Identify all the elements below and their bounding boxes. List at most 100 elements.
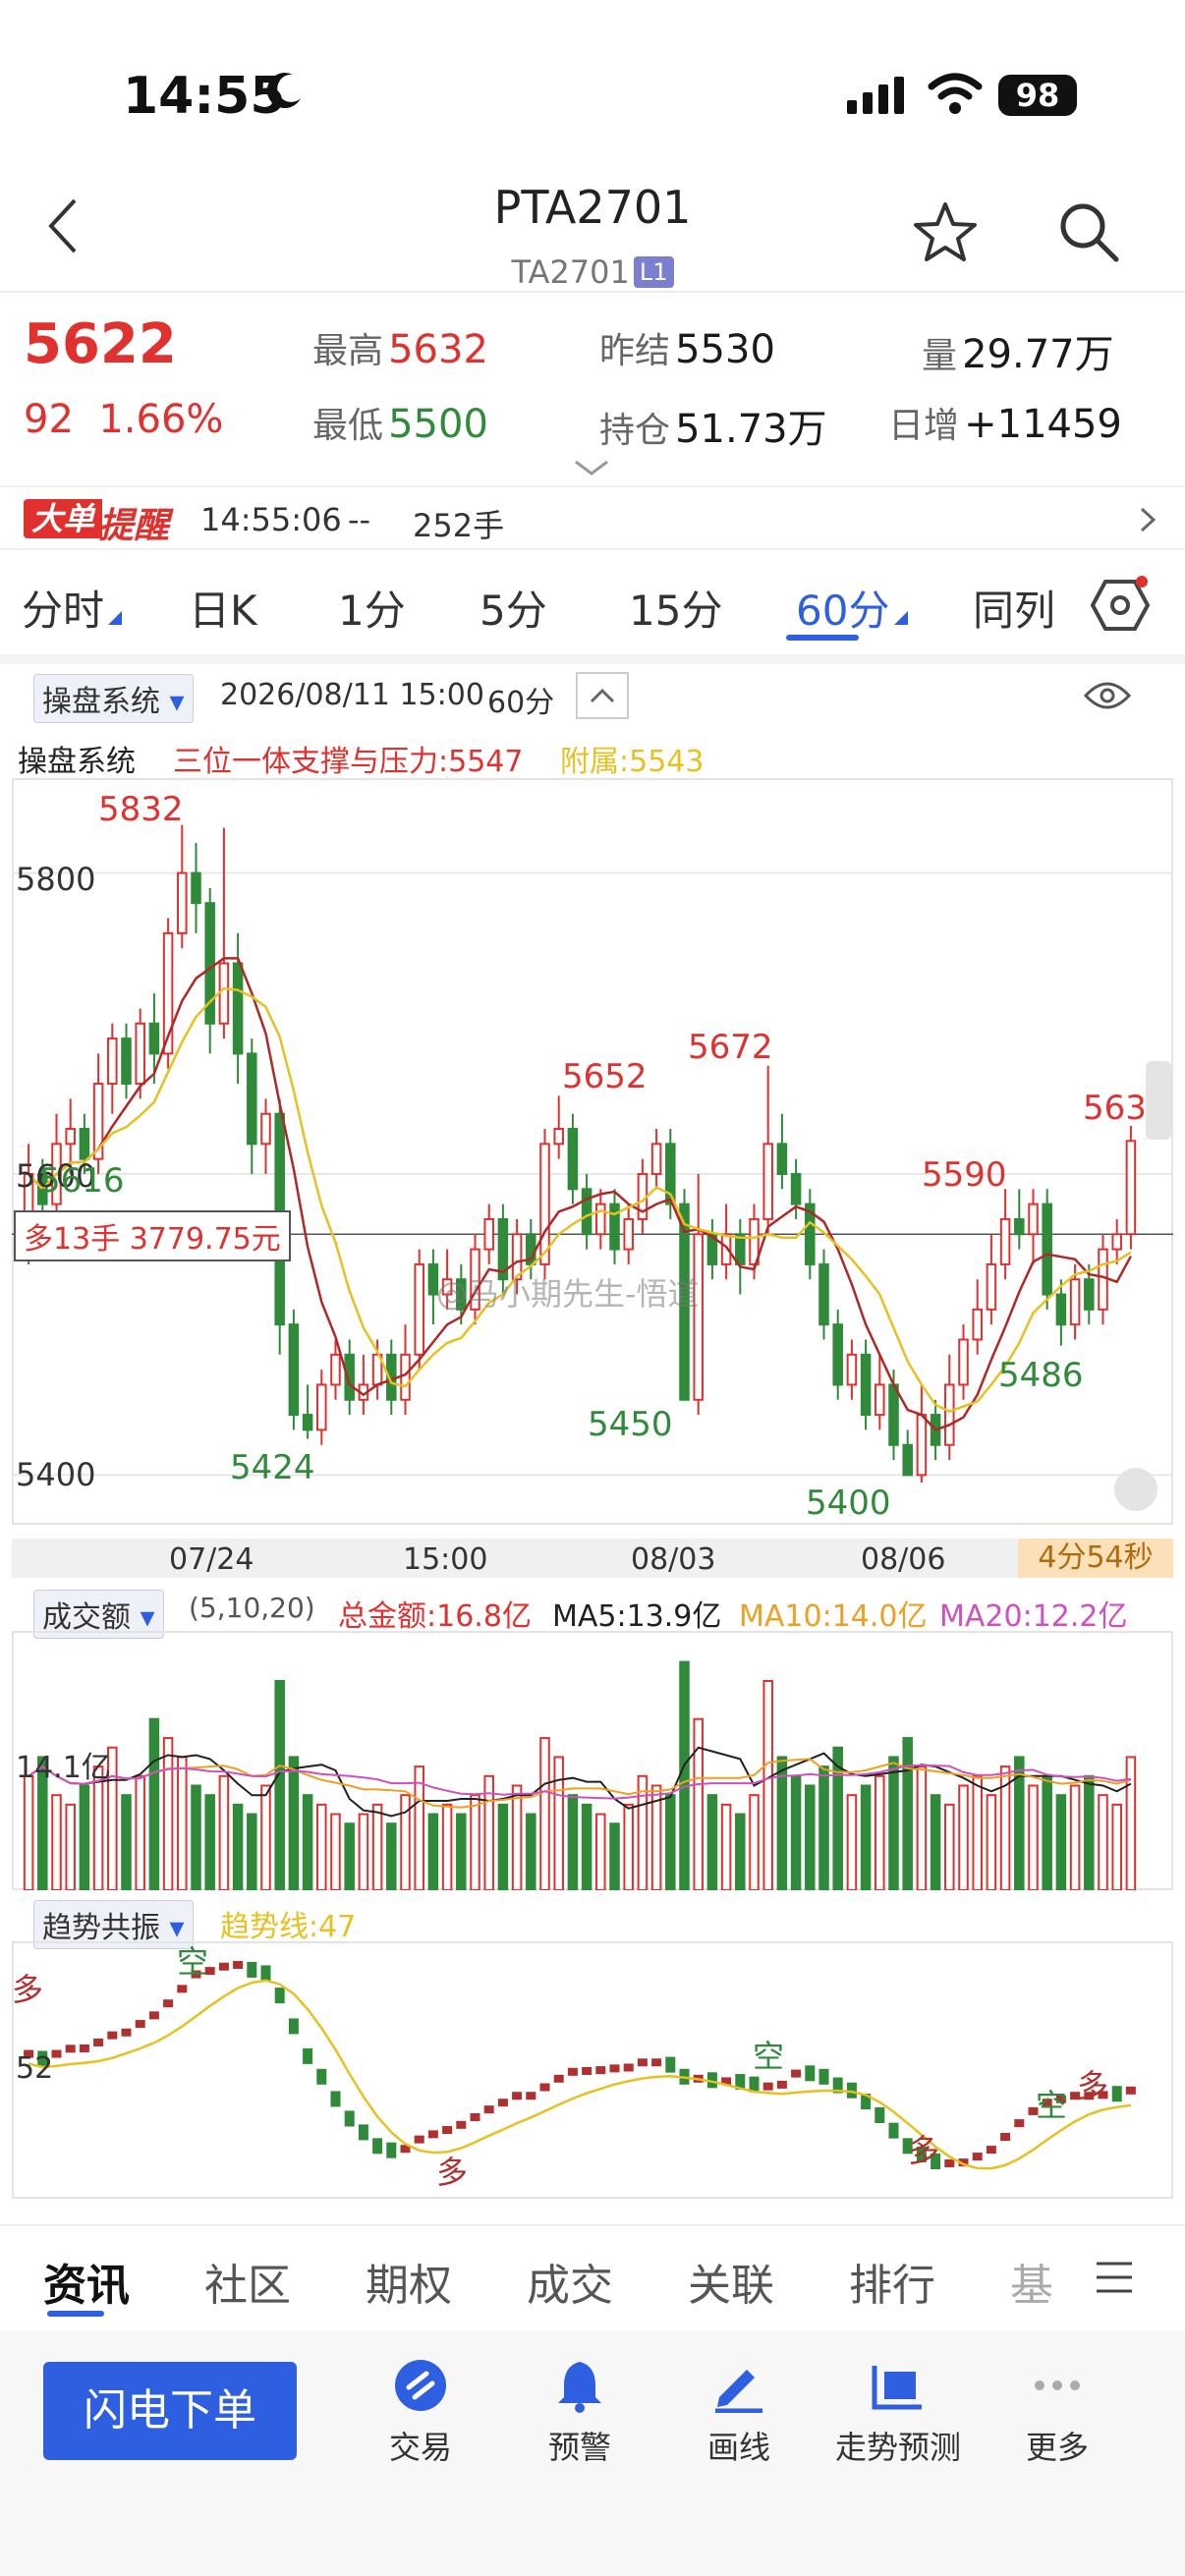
tab-fundamentals[interactable]: 基	[1010, 2250, 1053, 2313]
candle-body	[288, 1323, 300, 1417]
tab-options[interactable]: 期权	[366, 2250, 452, 2313]
volume-bar	[330, 1813, 341, 1890]
bottom-divider	[0, 2224, 1185, 2226]
candle-body	[944, 1383, 955, 1446]
battery-indicator: 98	[998, 75, 1077, 116]
tab-60min[interactable]: 60分	[796, 578, 889, 638]
indicator-sub-line: 附属:5543	[560, 745, 705, 779]
last-price: 5622	[24, 312, 177, 376]
volume-bar	[1028, 1784, 1039, 1890]
status-time: 14:55	[123, 67, 286, 126]
tab-news[interactable]: 资讯	[43, 2250, 130, 2313]
change-pct: 1.66%	[98, 397, 224, 442]
forecast-label: 走势预测	[834, 2429, 961, 2466]
eye-icon[interactable]	[1083, 678, 1132, 713]
position-label[interactable]: 多13手 3779.75元	[14, 1210, 291, 1261]
trend-block	[526, 2092, 536, 2100]
trend-line	[28, 1979, 1132, 2170]
open-interest-value: 51.73万	[675, 407, 827, 452]
volume-bar	[875, 1774, 885, 1890]
bottom-tab-underline	[47, 2311, 104, 2317]
tab-5min[interactable]: 5分	[480, 578, 547, 638]
chart-scroll-handle[interactable]	[1146, 1061, 1171, 1140]
candle-body	[247, 1052, 257, 1146]
menu-icon[interactable]	[1093, 2258, 1136, 2297]
big-order-alert-bar[interactable]	[0, 485, 1185, 550]
trend-block	[791, 2069, 802, 2078]
trend-block	[177, 1985, 188, 1993]
volume-bar	[344, 1822, 355, 1890]
fullscreen-button[interactable]	[1114, 1468, 1157, 1511]
wifi-icon	[928, 73, 983, 114]
collapse-button[interactable]	[576, 672, 629, 719]
trade-button[interactable]: 交易	[342, 2358, 499, 2468]
annotation-low-5400: 5400	[806, 1484, 891, 1523]
trend-block	[497, 2099, 508, 2107]
tab-daily-k[interactable]: 日K	[189, 578, 257, 638]
trend-block	[651, 2058, 662, 2067]
annotation-5652: 5652	[562, 1057, 648, 1096]
tab-trades[interactable]: 成交	[527, 2250, 613, 2313]
chevron-right-icon[interactable]	[1138, 505, 1157, 534]
alert-time: 14:55:06	[200, 501, 342, 538]
settings-hexagon-icon[interactable]	[1091, 576, 1150, 635]
tab-same-column[interactable]: 同列	[973, 578, 1055, 638]
candle-body	[400, 1353, 411, 1401]
more-button[interactable]: 更多	[979, 2358, 1136, 2468]
trend-block	[875, 2106, 885, 2123]
trend-block	[1111, 2086, 1122, 2102]
search-icon[interactable]	[1057, 200, 1120, 263]
system-selector[interactable]: 操盘系统 ▾	[33, 674, 194, 723]
annotation-5590: 5590	[922, 1155, 1007, 1195]
volume-bar	[805, 1784, 816, 1890]
volume-chart[interactable]	[12, 1631, 1173, 1890]
draw-button[interactable]: 画线	[660, 2358, 818, 2468]
indicator-main-line: 三位一体支撑与压力:5547	[173, 745, 524, 779]
expand-chevron-icon[interactable]	[572, 458, 611, 477]
trend-block	[1125, 2086, 1136, 2095]
candle-body	[316, 1383, 327, 1431]
alert-title: 提醒	[98, 506, 170, 546]
trend-block	[582, 2066, 592, 2075]
volume-bar	[247, 1813, 257, 1890]
candle-body	[958, 1338, 969, 1386]
trend-block	[665, 2056, 676, 2073]
tab-ranking[interactable]: 排行	[849, 2250, 935, 2313]
volume-bar	[148, 1717, 160, 1890]
price-change: 92 1.66%	[24, 397, 223, 442]
tab-1min[interactable]: 1分	[338, 578, 406, 638]
candle-body	[483, 1217, 494, 1251]
tab-related[interactable]: 关联	[688, 2250, 774, 2313]
volume-bar	[693, 1717, 704, 1890]
volume-value: 29.77万	[962, 332, 1114, 377]
volume-bar	[358, 1813, 369, 1890]
trend-block	[595, 2066, 606, 2075]
candle-body	[191, 871, 201, 905]
volume-bar	[1069, 1784, 1081, 1890]
favorite-star-icon[interactable]	[912, 200, 979, 263]
volume-bar	[665, 1794, 676, 1890]
volume-bar	[567, 1794, 579, 1890]
trend-block	[623, 2063, 634, 2072]
annotation-low-5424: 5424	[230, 1448, 315, 1487]
volume-bar	[539, 1737, 550, 1890]
volume-total: 总金额:16.8亿	[338, 1599, 532, 1634]
volume-bar	[1084, 1774, 1095, 1890]
trend-line-value: 趋势线:47	[220, 1910, 357, 1944]
low-row: 最低 5500	[312, 397, 488, 448]
tab-dropdown-icon	[108, 611, 122, 625]
forecast-button[interactable]: 走势预测	[819, 2358, 977, 2468]
candle-body	[121, 1037, 132, 1086]
flash-order-button[interactable]: 闪电下单	[43, 2362, 297, 2460]
tab-community[interactable]: 社区	[204, 2250, 291, 2313]
candle-body	[414, 1262, 424, 1356]
trend-block	[260, 1965, 271, 1982]
alert-button[interactable]: 预警	[501, 2358, 658, 2468]
tab-timeshare[interactable]: 分时	[22, 578, 104, 638]
contract-code-text: TA2701	[511, 253, 630, 291]
candle-body	[581, 1188, 592, 1236]
volume-params: (5,10,20)	[189, 1592, 315, 1624]
candle-body	[260, 1112, 271, 1146]
tab-15min[interactable]: 15分	[629, 578, 722, 638]
volume-bar	[51, 1794, 62, 1890]
